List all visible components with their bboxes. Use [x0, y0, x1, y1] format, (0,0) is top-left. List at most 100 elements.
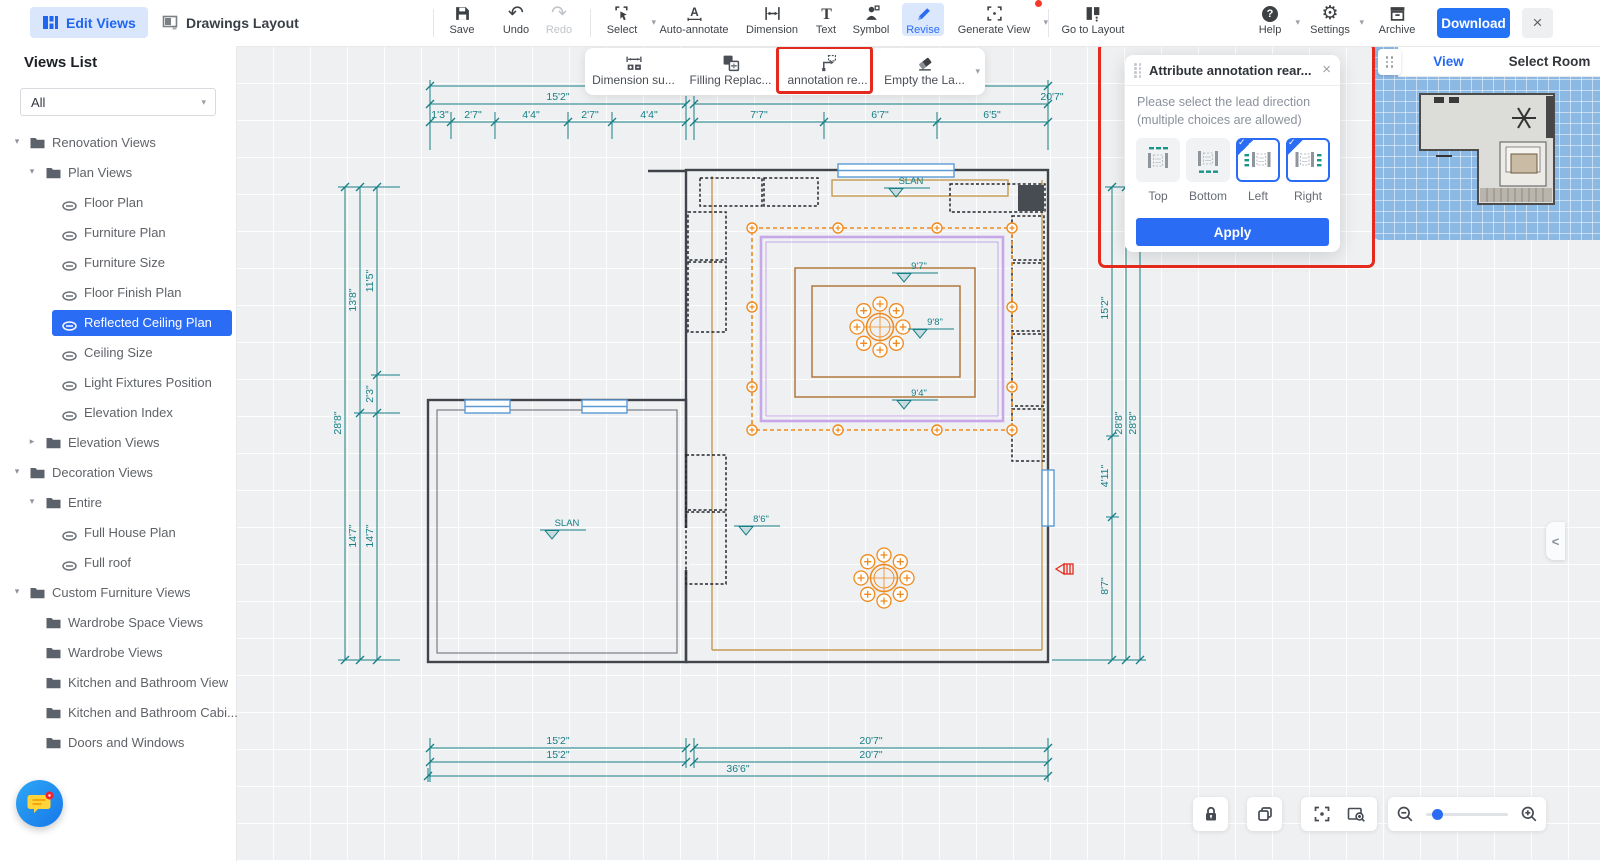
sidebar-item-entire[interactable]: ▾ Entire — [0, 488, 236, 518]
chevron-down-icon[interactable]: ▾ — [975, 66, 980, 77]
sidebar-item-label: Decoration Views — [52, 465, 153, 480]
apply-button[interactable]: Apply — [1136, 218, 1329, 246]
close-icon[interactable]: × — [1322, 61, 1331, 78]
sidebar-item-elevation-index[interactable]: Elevation Index — [0, 398, 236, 428]
lock-view-button[interactable] — [1193, 797, 1228, 831]
sidebar-item-reflected-ceiling-plan[interactable]: Reflected Ceiling Plan — [0, 308, 236, 338]
sidebar-item-furniture-plan[interactable]: Furniture Plan — [0, 218, 236, 248]
sidebar-item-label: Full roof — [84, 555, 131, 570]
view-link-icon — [62, 348, 78, 361]
sidebar-item-ceiling-size[interactable]: Ceiling Size — [0, 338, 236, 368]
annotation-rearrange-button[interactable]: annotation re... — [779, 52, 876, 87]
empty-layer-button[interactable]: Empty the La... — [876, 52, 973, 87]
sidebar-item-custom-furniture-views[interactable]: ▾ Custom Furniture Views — [0, 578, 236, 608]
sidebar-item-kitchen-and-bathroom-cabinet[interactable]: Kitchen and Bathroom Cabi... — [0, 698, 236, 728]
sidebar-item-label: Custom Furniture Views — [52, 585, 190, 600]
drag-handle-icon[interactable] — [1134, 63, 1142, 77]
folder-icon — [46, 646, 62, 659]
dimension-summary-button[interactable]: Dimension su... — [585, 52, 682, 87]
dimension-summary-icon — [585, 52, 682, 73]
folder-icon — [46, 436, 62, 449]
dialog-title: Attribute annotation rear... — [1149, 63, 1312, 78]
text-tool-button[interactable]: T Text — [808, 3, 844, 36]
redo-button[interactable]: ↷ Redo — [537, 3, 581, 36]
zoom-to-region-button[interactable] — [1339, 797, 1373, 831]
sidebar-item-kitchen-and-bathroom-view[interactable]: Kitchen and Bathroom View — [0, 668, 236, 698]
tab-drawings-layout[interactable]: Drawings Layout — [150, 7, 311, 38]
view-link-icon — [62, 408, 78, 421]
divider — [590, 9, 591, 37]
sidebar-item-full-roof[interactable]: Full roof — [0, 548, 236, 578]
duplicate-view-button[interactable] — [1247, 797, 1282, 831]
archive-button[interactable]: Archive — [1372, 3, 1422, 36]
sidebar-item-decoration-views[interactable]: ▾ Decoration Views — [0, 458, 236, 488]
settings-button[interactable]: ⚙ Settings ▾ — [1304, 3, 1356, 36]
undo-button[interactable]: ↶ Undo — [494, 3, 538, 36]
dialog-header[interactable]: Attribute annotation rear... × — [1125, 55, 1340, 86]
help-button[interactable]: ? Help ▾ — [1248, 3, 1292, 36]
tab-edit-views[interactable]: Edit Views — [30, 7, 148, 38]
save-button[interactable]: Save — [440, 3, 484, 36]
auto-annotate-button[interactable]: A Auto-annotate — [650, 3, 738, 36]
collapse-panel-button[interactable]: < — [1546, 522, 1565, 560]
option-left[interactable]: ✓ — [1236, 138, 1280, 182]
fit-to-center-button[interactable] — [1305, 797, 1339, 831]
sidebar-item-floor-finish-plan[interactable]: Floor Finish Plan — [0, 278, 236, 308]
generate-view-button[interactable]: Generate View ▾ — [950, 3, 1038, 36]
zoom-slider-handle[interactable] — [1432, 809, 1443, 820]
filling-replace-button[interactable]: Filling Replac... — [682, 52, 779, 87]
help-icon: ? — [1248, 3, 1292, 24]
views-tree: ▾ Renovation Views ▾ Plan Views Floor Pl… — [0, 128, 236, 758]
zoom-out-button[interactable] — [1388, 797, 1422, 831]
download-button[interactable]: Download — [1437, 8, 1510, 38]
sidebar-item-floor-plan[interactable]: Floor Plan — [0, 188, 236, 218]
caret-down-icon[interactable]: ▾ — [27, 496, 37, 507]
revise-pencil-icon — [902, 3, 944, 24]
symbol-tool-button[interactable]: Symbol — [846, 3, 896, 36]
select-tool-button[interactable]: Select ▾ — [596, 3, 648, 36]
lead-direction-options: ✓ ✓ — [1136, 138, 1330, 182]
sidebar-item-furniture-size[interactable]: Furniture Size — [0, 248, 236, 278]
sidebar-item-wardrobe-space-views[interactable]: Wardrobe Space Views — [0, 608, 236, 638]
sidebar-item-elevation-views[interactable]: ▸ Elevation Views — [0, 428, 236, 458]
tool-label: Revise — [902, 24, 944, 36]
view-link-icon — [62, 558, 78, 571]
zoom-area-icon — [1347, 805, 1366, 823]
option-right[interactable]: ✓ — [1286, 138, 1330, 182]
caret-down-icon[interactable]: ▾ — [12, 136, 22, 147]
close-icon[interactable]: × — [1522, 8, 1553, 38]
tab-label: Drawings Layout — [186, 15, 299, 31]
folder-icon — [30, 466, 46, 479]
minimap-panel[interactable]: View Select Room — [1372, 46, 1600, 240]
zoom-slider[interactable] — [1426, 813, 1508, 816]
caret-down-icon[interactable]: ▾ — [12, 466, 22, 477]
views-filter-select[interactable]: All ▾ — [20, 88, 216, 116]
option-bottom[interactable] — [1186, 138, 1230, 182]
sidebar-item-plan-views[interactable]: ▾ Plan Views — [0, 158, 236, 188]
lock-icon — [1202, 805, 1220, 823]
option-top[interactable] — [1136, 138, 1180, 182]
panel-title: Views List — [24, 54, 97, 71]
chevron-down-icon[interactable]: ▾ — [1359, 17, 1364, 28]
sidebar-item-wardrobe-views[interactable]: Wardrobe Views — [0, 638, 236, 668]
zoom-in-button[interactable] — [1512, 797, 1546, 831]
view-tools-group — [1301, 797, 1377, 831]
sidebar-item-doors-and-windows[interactable]: Doors and Windows — [0, 728, 236, 758]
tool-label: Save — [440, 24, 484, 36]
caret-right-icon[interactable]: ▸ — [27, 436, 37, 447]
sidebar-item-full-house-plan[interactable]: Full House Plan — [0, 518, 236, 548]
caret-down-icon[interactable]: ▾ — [27, 166, 37, 177]
sidebar-item-renovation-views[interactable]: ▾ Renovation Views — [0, 128, 236, 158]
zoom-control-bar — [1388, 797, 1546, 831]
dimension-tool-button[interactable]: Dimension — [740, 3, 804, 36]
revise-tool-button[interactable]: Revise — [902, 3, 944, 36]
chevron-down-icon[interactable]: ▾ — [1295, 17, 1300, 28]
caret-down-icon[interactable]: ▾ — [12, 586, 22, 597]
symbol-icon — [846, 3, 896, 24]
tool-label: Dimension — [740, 24, 804, 36]
sidebar-item-light-fixtures-position[interactable]: Light Fixtures Position — [0, 368, 236, 398]
sidebar-item-label: Light Fixtures Position — [84, 375, 212, 390]
attribute-annotation-dialog: Attribute annotation rear... × Please se… — [1125, 55, 1340, 252]
go-to-layout-button[interactable]: Go to Layout — [1054, 3, 1132, 36]
support-chat-button[interactable] — [16, 780, 63, 827]
